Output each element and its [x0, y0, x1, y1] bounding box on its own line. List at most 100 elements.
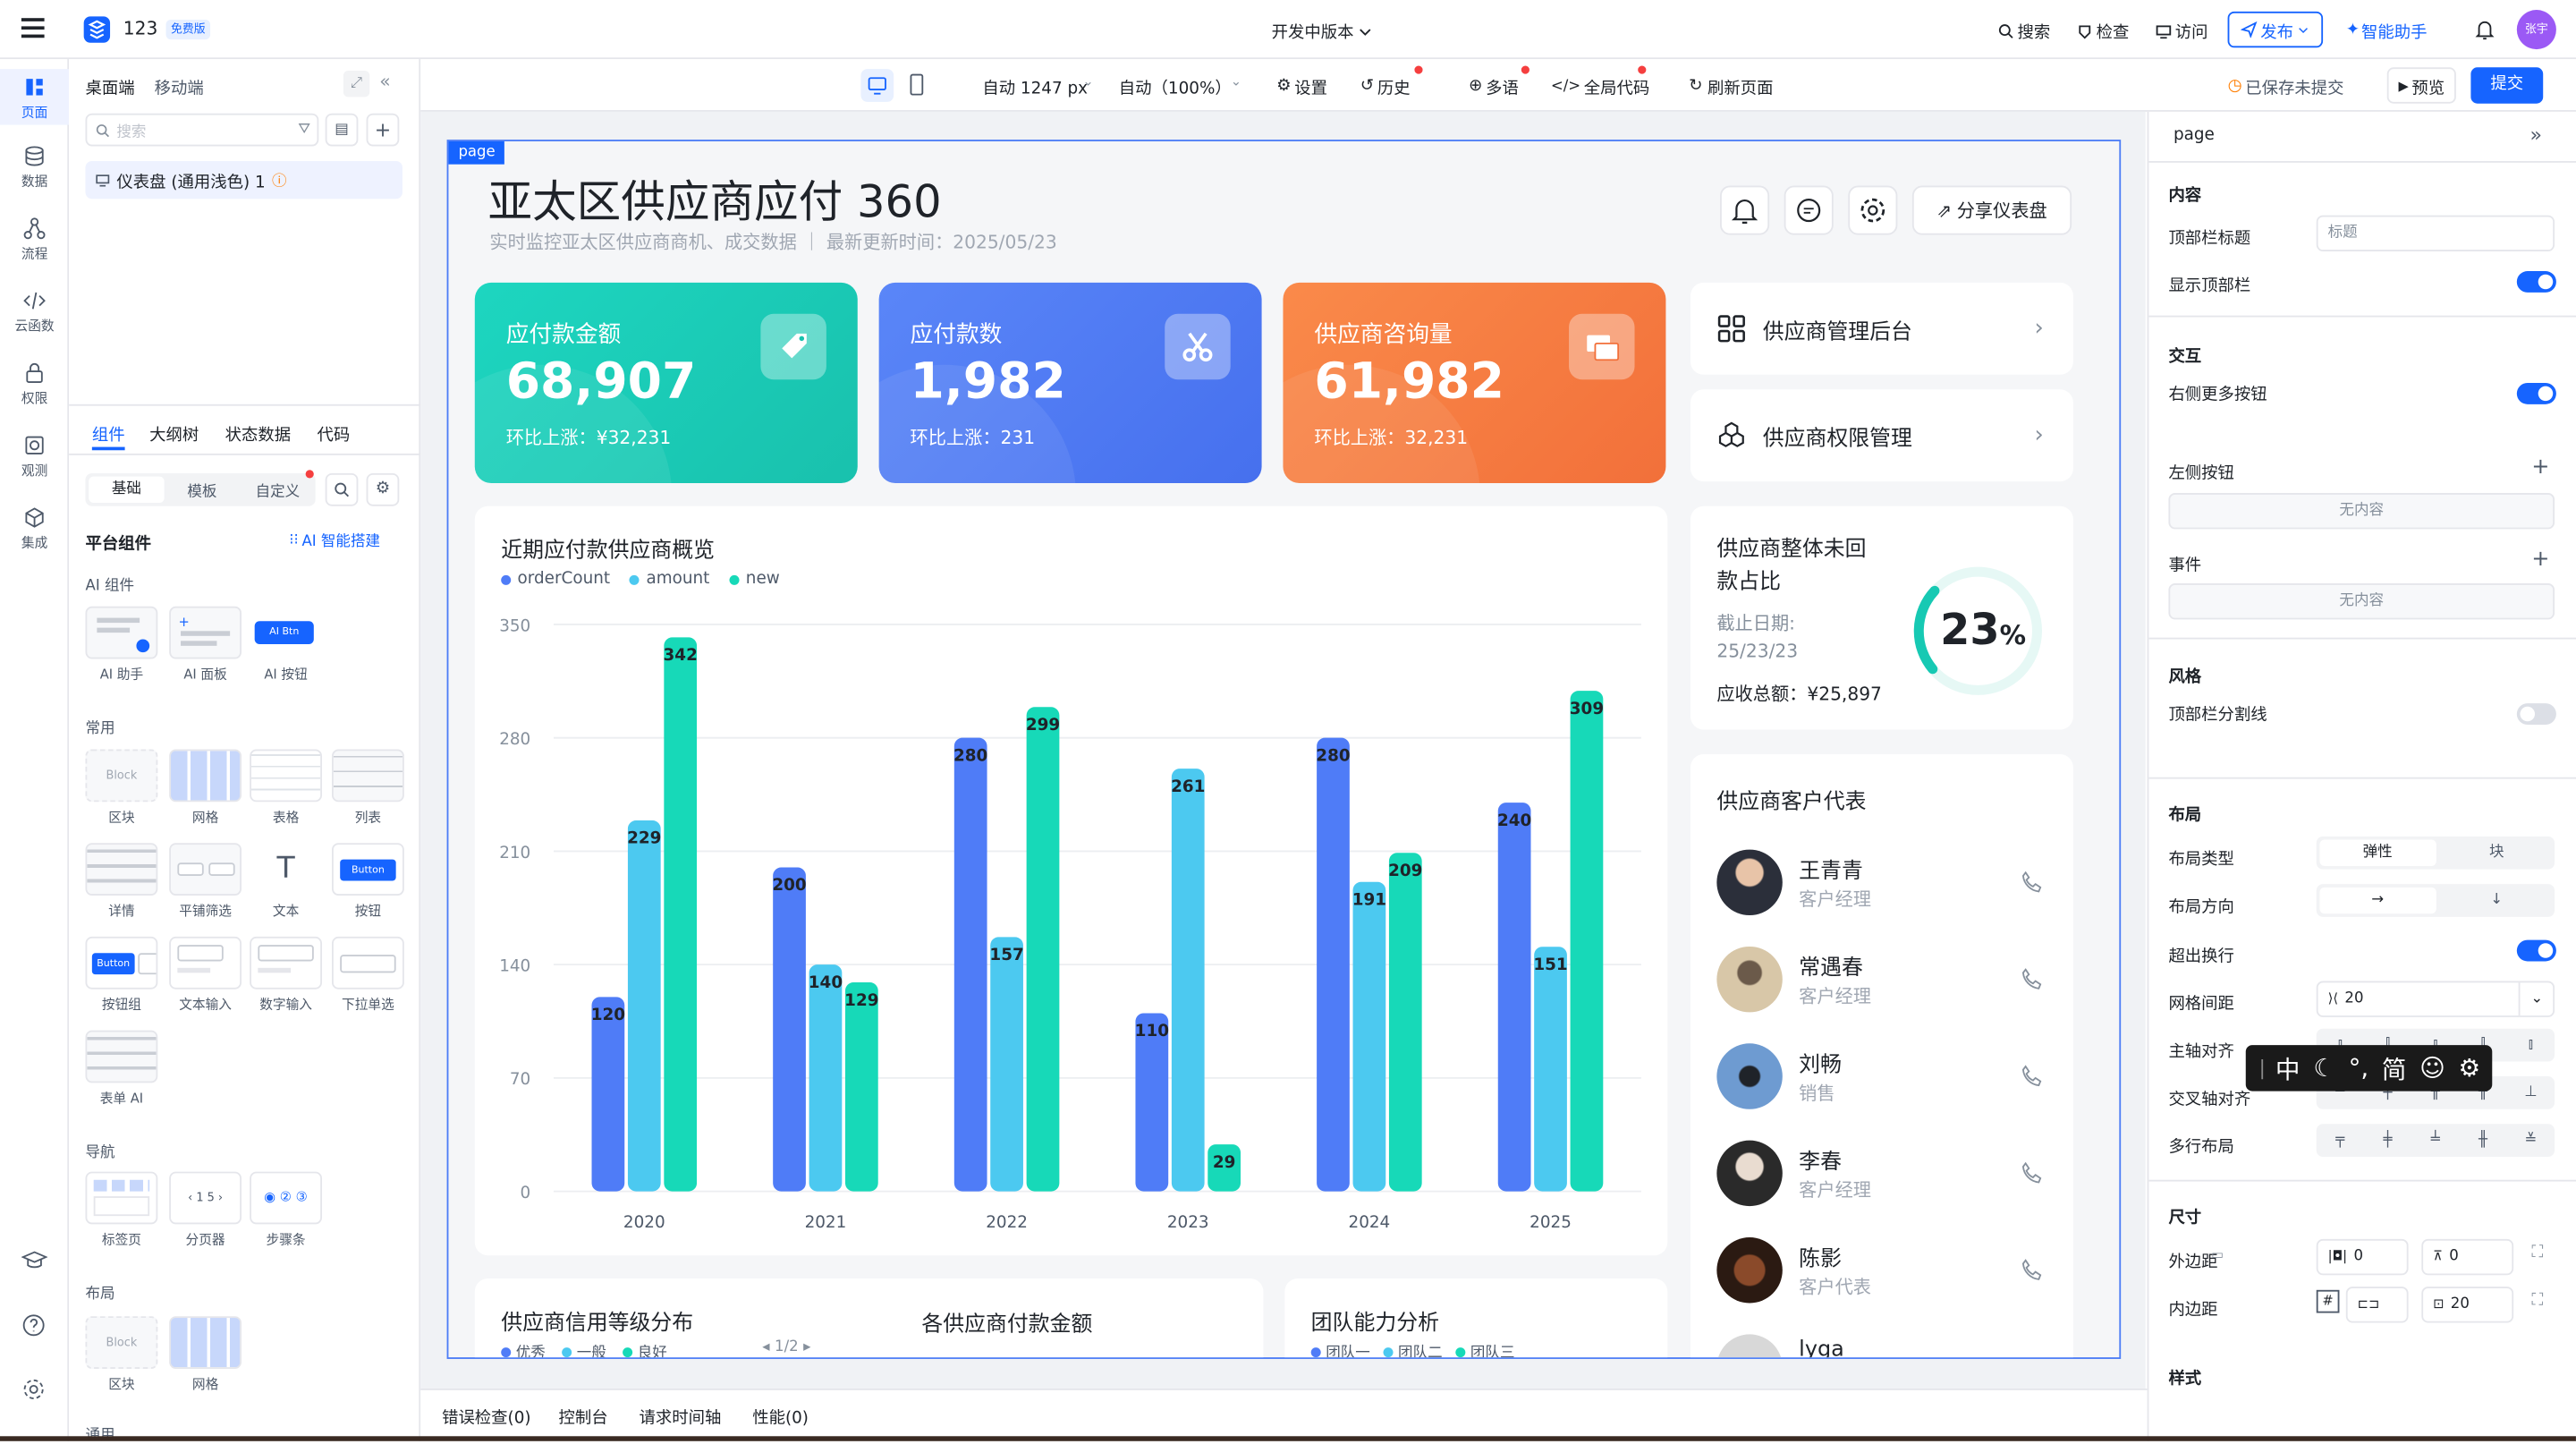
desktop-view-button[interactable]: [860, 69, 894, 102]
subtab-basic[interactable]: 基础: [89, 476, 165, 504]
visit-button[interactable]: 访问: [2156, 18, 2208, 43]
contact-item[interactable]: 刘畅 销售: [1690, 1033, 2073, 1130]
component-text-input[interactable]: 文本输入: [169, 936, 242, 1014]
settings-icon[interactable]: [21, 1377, 47, 1402]
notification-button[interactable]: [1720, 185, 1770, 235]
global-code-button[interactable]: </> 全局代码: [1551, 74, 1649, 98]
contact-item[interactable]: lyga: [1690, 1324, 2073, 1358]
component-block[interactable]: Block 区块: [85, 749, 158, 827]
margin-horizontal-input[interactable]: |◘| 0: [2316, 1238, 2409, 1276]
layout-type-flex[interactable]: 弹性: [2319, 839, 2436, 866]
expand-icon[interactable]: ⤢: [343, 70, 370, 98]
ime-simplified[interactable]: 简: [2382, 1051, 2407, 1086]
padding-horizontal-input[interactable]: ⊏⊐: [2345, 1287, 2409, 1323]
legend-pager[interactable]: ◂ 1/2 ▸: [762, 1339, 810, 1355]
rail-item-cloud-functions[interactable]: 云函数: [0, 289, 69, 335]
gear-icon[interactable]: ⚙: [2459, 1053, 2481, 1083]
refresh-button[interactable]: ↻ 刷新页面: [1689, 74, 1773, 98]
ime-toolbar[interactable]: | 中 ☾ °, 简 ☺ ⚙: [2245, 1045, 2493, 1091]
rail-item-observe[interactable]: 观测: [0, 434, 69, 480]
arrow-down-icon[interactable]: ↓: [2439, 884, 2555, 917]
link-icon[interactable]: ⛶: [2531, 1292, 2543, 1310]
component-detail[interactable]: 详情: [85, 843, 158, 920]
phone-icon[interactable]: [2019, 1063, 2045, 1089]
topbar-divider-toggle[interactable]: [2516, 703, 2556, 725]
ime-chinese-mode[interactable]: 中: [2275, 1051, 2301, 1086]
phone-icon[interactable]: [2019, 1257, 2045, 1283]
rail-item-flow[interactable]: 流程: [0, 217, 69, 262]
caret-right-icon[interactable]: ▸: [803, 1339, 810, 1355]
rail-item-integrations[interactable]: 集成: [0, 506, 69, 552]
left-button-empty[interactable]: 无内容: [2168, 493, 2555, 530]
collapse-icon[interactable]: «: [379, 71, 390, 92]
arrow-right-icon[interactable]: →: [2319, 887, 2436, 914]
wrap-toggle[interactable]: [2516, 939, 2556, 962]
user-avatar[interactable]: 张宇: [2516, 10, 2556, 50]
component-grid[interactable]: 网格: [169, 749, 242, 827]
component-tile-filter[interactable]: 平铺筛选: [169, 843, 242, 920]
component-ai-assistant[interactable]: AI 助手: [85, 606, 158, 684]
phone-icon[interactable]: [2019, 966, 2045, 992]
rail-item-data[interactable]: 数据: [0, 145, 69, 191]
menu-icon[interactable]: [21, 18, 45, 38]
tab-desktop[interactable]: 桌面端: [86, 74, 135, 98]
tab-request-timeline[interactable]: 请求时间轴: [639, 1404, 721, 1428]
add-event-icon[interactable]: +: [2531, 548, 2549, 573]
bell-icon[interactable]: [2474, 18, 2496, 41]
component-list[interactable]: 列表: [332, 749, 404, 827]
contact-item[interactable]: 王青青 客户经理: [1690, 840, 2073, 937]
settings-button[interactable]: [1848, 185, 1898, 235]
component-form[interactable]: 表单 AI: [85, 1030, 158, 1108]
search-button[interactable]: 搜索: [1997, 18, 2050, 43]
caret-left-icon[interactable]: ◂: [762, 1339, 769, 1355]
right-more-toggle[interactable]: [2516, 382, 2556, 404]
graduation-cap-icon[interactable]: [21, 1249, 48, 1272]
submit-button[interactable]: 提交: [2470, 67, 2544, 104]
tab-console[interactable]: 控制台: [558, 1404, 607, 1428]
canvas-width[interactable]: 自动 1247 px: [982, 74, 1088, 98]
margin-vertical-input[interactable]: ⊼ 0: [2421, 1238, 2514, 1276]
contact-item[interactable]: 常遇春 客户经理: [1690, 937, 2073, 1033]
i18n-button[interactable]: ⊕ 多语: [1469, 74, 1519, 98]
kpi-card-payable-amount[interactable]: 应付款金额 68,907 环比上涨：¥32,231: [474, 282, 858, 483]
emoji-icon[interactable]: ☺: [2419, 1053, 2445, 1083]
tab-components[interactable]: 组件: [92, 420, 125, 446]
phone-icon[interactable]: [2019, 1160, 2045, 1186]
kpi-card-payable-count[interactable]: 应付款数 1,982 环比上涨：231: [878, 282, 1262, 483]
share-dashboard-button[interactable]: ⇗ 分享仪表盘: [1911, 185, 2072, 235]
page-frame[interactable]: page 亚太区供应商应付 360 实时监控亚太区供应商商机、成交数据 ｜ 最新…: [446, 140, 2122, 1359]
phone-icon[interactable]: [2019, 870, 2045, 896]
component-layout-grid[interactable]: 网格: [169, 1316, 242, 1393]
kpi-card-inquiries[interactable]: 供应商咨询量 61,982 环比上涨：32,231: [1283, 282, 1666, 483]
component-tabs[interactable]: 标签页: [85, 1171, 158, 1249]
message-button[interactable]: [1784, 185, 1834, 235]
mobile-view-icon[interactable]: [907, 72, 927, 98]
rail-item-permissions[interactable]: 权限: [0, 361, 69, 407]
link-supplier-admin[interactable]: 供应商管理后台 ›: [1690, 282, 2073, 375]
component-steps[interactable]: ◉ ② ③ 步骤条: [250, 1171, 322, 1249]
tab-mobile[interactable]: 移动端: [155, 74, 204, 98]
tab-code[interactable]: 代码: [317, 420, 350, 446]
preview-button[interactable]: ▶ 预览: [2386, 67, 2456, 104]
component-number-input[interactable]: 数字输入: [250, 936, 322, 1014]
events-empty[interactable]: 无内容: [2168, 583, 2555, 620]
contact-item[interactable]: 李春 客户经理: [1690, 1131, 2073, 1227]
add-left-button-icon[interactable]: +: [2531, 455, 2549, 480]
tab-performance[interactable]: 性能(0): [752, 1404, 809, 1428]
canvas-zoom[interactable]: 自动（100%）: [1119, 74, 1232, 98]
component-ai-button[interactable]: AI Btn AI 按钮: [250, 606, 322, 684]
component-search-button[interactable]: [325, 472, 359, 506]
layout-type-block[interactable]: 块: [2439, 837, 2555, 870]
grid-gap-input[interactable]: ⟩⟨ 20 ⌄: [2316, 981, 2555, 1017]
history-button[interactable]: ↺ 历史: [1360, 74, 1411, 98]
component-button-group[interactable]: Button 按钮组: [85, 936, 158, 1014]
contact-item[interactable]: 陈影 客户代表: [1690, 1227, 2073, 1324]
component-layout-block[interactable]: Block 区块: [85, 1316, 158, 1393]
component-ai-panel[interactable]: + AI 面板: [169, 606, 242, 684]
filter-icon[interactable]: ⛛: [298, 122, 310, 138]
link-icon[interactable]: ⛶: [2531, 1244, 2543, 1261]
component-pagination[interactable]: ‹ 1 5 › 分页器: [169, 1171, 242, 1249]
subtab-custom[interactable]: 自定义: [240, 479, 315, 500]
page-item-dashboard[interactable]: 仪表盘 (通用浅色) 1 ⓘ: [85, 160, 402, 200]
component-text[interactable]: T 文本: [250, 843, 322, 920]
